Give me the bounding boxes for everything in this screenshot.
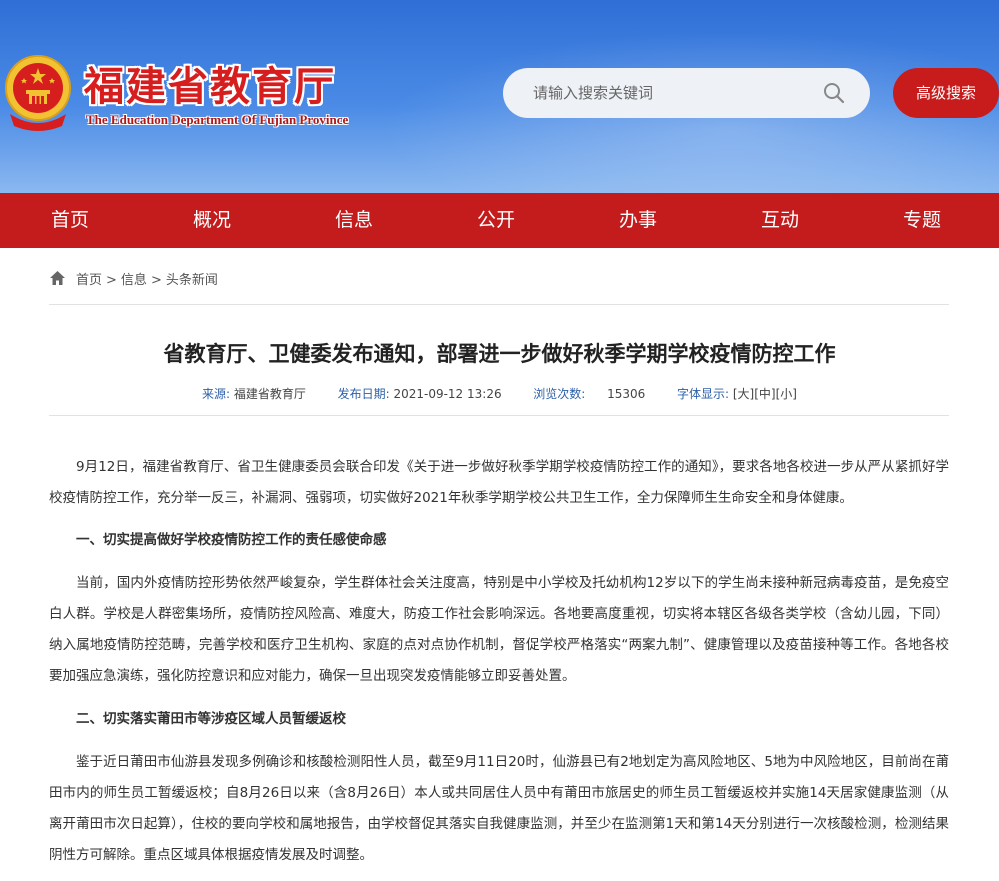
main-nav: 首页 概况 信息 公开 办事 互动 专题 (0, 193, 999, 248)
nav-item-services[interactable]: 办事 (598, 193, 678, 248)
section-heading: 二、切实落实莆田市等涉疫区域人员暂缓返校 (76, 711, 346, 727)
breadcrumb-info[interactable]: 信息 (121, 273, 147, 288)
font-size-label: 字体显示: (676, 387, 730, 401)
nav-item-overview[interactable]: 概况 (172, 193, 252, 248)
national-emblem-icon (5, 55, 71, 131)
site-header: 福建省教育厅 The Education Department Of Fujia… (0, 0, 999, 193)
article-paragraph: 鉴于近日莆田市仙游县发现多例确诊和核酸检测阳性人员，截至9月11日20时，仙游县… (49, 754, 949, 863)
breadcrumb: 首页 > 信息 > 头条新闻 (49, 270, 218, 292)
date-label: 发布日期: (337, 387, 390, 401)
source-value: 福建省教育厅 (233, 387, 306, 401)
site-subtitle: The Education Department Of Fujian Provi… (86, 112, 349, 127)
breadcrumb-separator: > (106, 273, 117, 288)
nav-item-interaction[interactable]: 互动 (740, 193, 820, 248)
nav-item-topics[interactable]: 专题 (882, 193, 962, 248)
font-small-button[interactable]: [小] (776, 387, 797, 401)
breadcrumb-headlines[interactable]: 头条新闻 (166, 273, 218, 288)
date-value: 2021-09-12 13:26 (393, 387, 502, 401)
meta-divider (49, 415, 949, 416)
breadcrumb-divider (49, 304, 949, 305)
font-medium-button[interactable]: [中] (754, 387, 775, 401)
nav-item-info[interactable]: 信息 (314, 193, 394, 248)
search-box (503, 68, 870, 118)
article-title: 省教育厅、卫健委发布通知，部署进一步做好秋季学期学校疫情防控工作 (163, 342, 836, 366)
nav-item-home[interactable]: 首页 (30, 193, 110, 248)
views-value: 15306 (607, 387, 646, 401)
article-meta: 来源: 福建省教育厅 发布日期: 2021-09-12 13:26 浏览次数: … (0, 385, 999, 402)
source-label: 来源: (202, 387, 231, 401)
breadcrumb-separator: > (150, 273, 162, 288)
home-icon[interactable] (49, 270, 66, 286)
section-heading: 一、切实提高做好学校疫情防控工作的责任感使命感 (76, 532, 387, 548)
search-input[interactable] (533, 68, 813, 118)
article-paragraph: 当前，国内外疫情防控形势依然严峻复杂，学生群体社会关注度高，特别是中小学校及托幼… (49, 575, 949, 684)
font-large-button[interactable]: [大] (733, 387, 754, 401)
article-paragraph: 9月12日，福建省教育厅、省卫生健康委员会联合印发《关于进一步做好秋季学期学校疫… (49, 459, 949, 506)
breadcrumb-home[interactable]: 首页 (76, 273, 102, 288)
search-icon[interactable] (823, 82, 845, 104)
advanced-search-button[interactable]: 高级搜索 (893, 68, 999, 118)
nav-item-public[interactable]: 公开 (456, 193, 536, 248)
views-label: 浏览次数: (533, 387, 586, 401)
site-title: 福建省教育厅 (84, 63, 336, 110)
